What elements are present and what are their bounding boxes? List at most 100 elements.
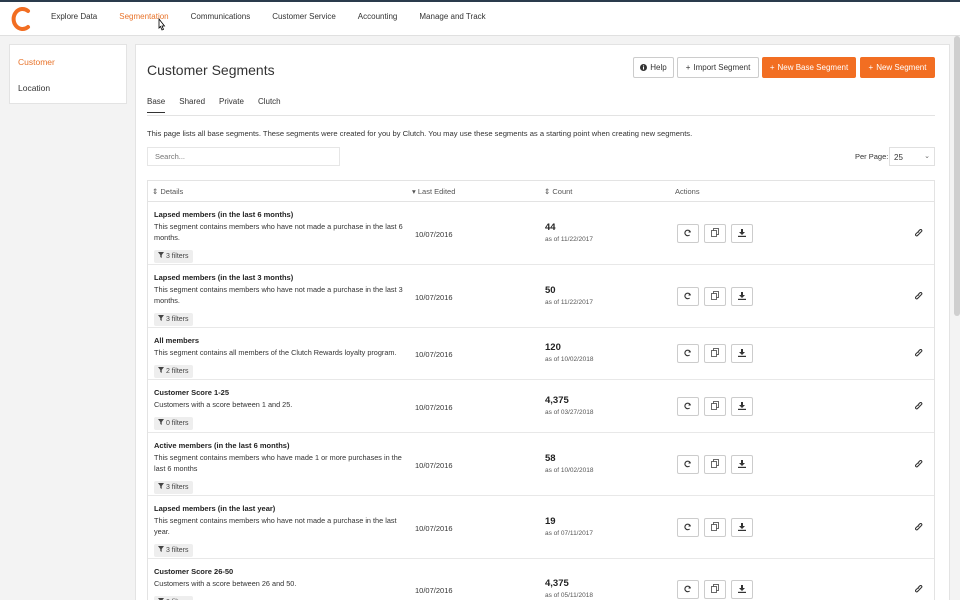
tab-shared[interactable]: Shared xyxy=(179,97,205,113)
link-icon[interactable] xyxy=(914,401,925,412)
page-scrollbar[interactable] xyxy=(954,36,960,316)
filters-badge[interactable]: 3 filters xyxy=(154,250,193,263)
refresh-icon xyxy=(684,523,692,533)
filters-count: 3 filters xyxy=(165,484,189,491)
refresh-count-button[interactable] xyxy=(677,287,699,306)
filters-count: 3 filters xyxy=(165,547,189,554)
refresh-count-button[interactable] xyxy=(677,344,699,363)
link-icon[interactable] xyxy=(914,522,925,533)
copy-segment-button[interactable] xyxy=(704,287,726,306)
download-segment-button[interactable] xyxy=(731,455,753,474)
table-row: All members This segment contains all mem… xyxy=(148,328,934,380)
link-icon[interactable] xyxy=(914,291,925,302)
filters-badge[interactable]: 3 filters xyxy=(154,313,193,326)
count-as-of: as of 11/22/2017 xyxy=(545,299,593,306)
download-segment-button[interactable] xyxy=(731,224,753,243)
table-row: Lapsed members (in the last year) This se… xyxy=(148,496,934,559)
download-segment-button[interactable] xyxy=(731,518,753,537)
segment-name[interactable]: Lapsed members (in the last year) xyxy=(154,504,275,513)
segment-name[interactable]: Customer Score 1-25 xyxy=(154,388,229,397)
refresh-count-button[interactable] xyxy=(677,518,699,537)
link-icon[interactable] xyxy=(914,459,925,470)
sidebar-item-customer[interactable]: Customer xyxy=(18,57,55,67)
copy-segment-button[interactable] xyxy=(704,455,726,474)
details-header-label: Details xyxy=(160,187,184,196)
nav-manage-and-track[interactable]: Manage and Track xyxy=(419,12,485,21)
last-edited-date: 10/07/2016 xyxy=(415,524,453,533)
tab-base[interactable]: Base xyxy=(147,97,166,113)
copy-icon xyxy=(711,291,719,302)
help-button[interactable]: Help xyxy=(633,57,674,78)
refresh-count-button[interactable] xyxy=(677,455,699,474)
refresh-count-button[interactable] xyxy=(677,580,699,599)
segment-name[interactable]: Lapsed members (in the last 3 months) xyxy=(154,273,293,282)
new-base-segment-button[interactable]: + New Base Segment xyxy=(762,57,856,78)
count-as-of: as of 05/11/2018 xyxy=(545,592,593,599)
last-edited-header-label: Last Edited xyxy=(417,187,456,196)
link-icon[interactable] xyxy=(914,228,925,239)
chevron-down-icon: ⌄ xyxy=(924,153,930,160)
segment-count: 44 xyxy=(545,222,556,233)
link-icon[interactable] xyxy=(914,348,925,359)
segment-name[interactable]: All members xyxy=(154,336,199,345)
copy-segment-button[interactable] xyxy=(704,224,726,243)
sort-details-header[interactable]: ⇕ Details xyxy=(152,187,183,196)
download-segment-button[interactable] xyxy=(731,344,753,363)
last-edited-date: 10/07/2016 xyxy=(415,403,453,412)
new-segment-button[interactable]: + New Segment xyxy=(860,57,935,78)
sort-last-edited-header[interactable]: ▾ Last Edited xyxy=(412,187,455,196)
page-title: Customer Segments xyxy=(147,62,275,78)
table-row: Customer Score 1-25 Customers with a scor… xyxy=(148,380,934,433)
refresh-icon xyxy=(684,292,692,302)
refresh-count-button[interactable] xyxy=(677,224,699,243)
search-input[interactable] xyxy=(147,147,340,166)
segment-count: 4,375 xyxy=(545,578,569,589)
last-edited-date: 10/07/2016 xyxy=(415,293,453,302)
filter-icon xyxy=(158,315,164,323)
main-nav: Explore Data Segmentation Communications… xyxy=(40,12,497,21)
refresh-icon xyxy=(684,349,692,359)
tab-clutch[interactable]: Clutch xyxy=(258,97,281,113)
refresh-icon xyxy=(684,402,692,412)
link-icon[interactable] xyxy=(914,584,925,595)
segment-description: This segment contains members who have n… xyxy=(154,285,403,305)
mouse-pointer-icon xyxy=(158,18,166,31)
filters-badge[interactable]: 3 filters xyxy=(154,481,193,494)
count-as-of: as of 07/11/2017 xyxy=(545,530,593,537)
sort-count-header[interactable]: ⇕ Count xyxy=(544,187,572,196)
copy-segment-button[interactable] xyxy=(704,344,726,363)
tabs-divider xyxy=(147,115,935,116)
nav-communications[interactable]: Communications xyxy=(191,12,251,21)
copy-segment-button[interactable] xyxy=(704,580,726,599)
filters-badge[interactable]: 0 filters xyxy=(154,596,193,600)
filter-icon xyxy=(158,419,164,427)
segment-name[interactable]: Lapsed members (in the last 6 months) xyxy=(154,210,293,219)
filters-badge[interactable]: 0 filters xyxy=(154,417,193,430)
new-base-segment-label: New Base Segment xyxy=(777,63,849,72)
filters-badge[interactable]: 3 filters xyxy=(154,544,193,557)
nav-accounting[interactable]: Accounting xyxy=(358,12,398,21)
copy-segment-button[interactable] xyxy=(704,397,726,416)
nav-explore-data[interactable]: Explore Data xyxy=(51,12,97,21)
clutch-logo[interactable] xyxy=(11,6,33,32)
info-icon xyxy=(640,64,648,71)
last-edited-date: 10/07/2016 xyxy=(415,586,453,595)
segment-name[interactable]: Active members (in the last 6 months) xyxy=(154,441,289,450)
per-page-select[interactable]: 25 ⌄ xyxy=(889,147,935,166)
tab-private[interactable]: Private xyxy=(219,97,244,113)
download-segment-button[interactable] xyxy=(731,287,753,306)
nav-customer-service[interactable]: Customer Service xyxy=(272,12,336,21)
download-segment-button[interactable] xyxy=(731,580,753,599)
download-segment-button[interactable] xyxy=(731,397,753,416)
copy-icon xyxy=(711,401,719,412)
filters-badge[interactable]: 2 filters xyxy=(154,365,193,378)
count-as-of: as of 03/27/2018 xyxy=(545,409,594,416)
sidebar: Customer Location xyxy=(9,44,127,104)
segment-name[interactable]: Customer Score 26-50 xyxy=(154,567,233,576)
sidebar-item-location[interactable]: Location xyxy=(18,83,50,93)
segment-count: 4,375 xyxy=(545,395,569,406)
refresh-icon xyxy=(684,229,692,239)
import-segment-button[interactable]: + Import Segment xyxy=(677,57,759,78)
refresh-count-button[interactable] xyxy=(677,397,699,416)
copy-segment-button[interactable] xyxy=(704,518,726,537)
